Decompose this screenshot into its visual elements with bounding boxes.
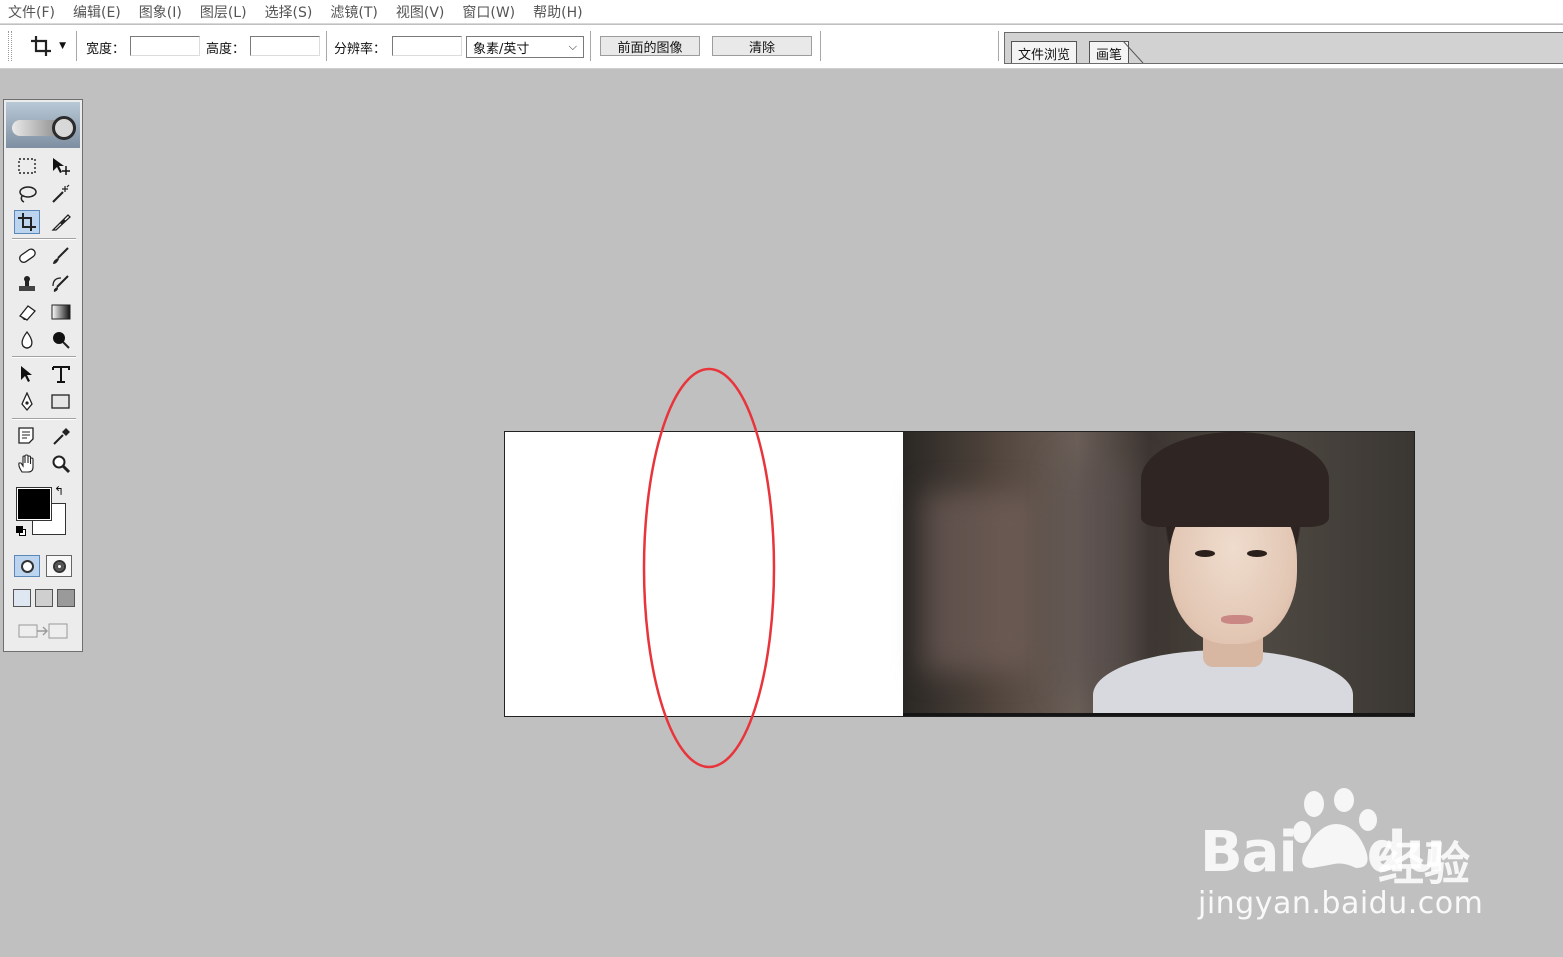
tab-file-browser[interactable]: 文件浏览 bbox=[1011, 41, 1078, 63]
divider bbox=[12, 356, 76, 358]
rectangle-shape-icon[interactable] bbox=[48, 390, 74, 414]
jump-to-imageready-icon bbox=[18, 623, 68, 639]
eyedropper-icon[interactable] bbox=[48, 424, 74, 448]
resolution-field[interactable] bbox=[392, 36, 462, 56]
menu-file[interactable]: 文件(F) bbox=[8, 2, 55, 22]
toolbox-header[interactable] bbox=[6, 102, 80, 148]
divider bbox=[326, 31, 328, 61]
standard-screen-mode-icon[interactable] bbox=[13, 589, 31, 607]
crop-icon bbox=[31, 36, 51, 56]
swap-colors-icon[interactable]: ↰ bbox=[54, 484, 64, 498]
divider bbox=[12, 238, 76, 240]
full-screen-mode-icon[interactable] bbox=[57, 589, 75, 607]
rectangular-marquee-icon[interactable] bbox=[14, 154, 40, 178]
quick-mask-mode-button[interactable] bbox=[46, 555, 72, 577]
dodge-icon[interactable] bbox=[48, 328, 74, 352]
jump-to-imageready-button[interactable] bbox=[16, 620, 72, 642]
zoom-icon[interactable] bbox=[48, 452, 74, 476]
menu-filter[interactable]: 滤镜(T) bbox=[330, 2, 377, 22]
toolbox: ↰ bbox=[3, 99, 83, 652]
clone-stamp-icon[interactable] bbox=[14, 272, 40, 296]
baidu-jingyan-watermark: Bai du 经验 jingyan.baidu.com bbox=[1196, 788, 1496, 928]
slice-icon[interactable] bbox=[48, 210, 74, 234]
gradient-icon[interactable] bbox=[48, 300, 74, 324]
portrait-photo bbox=[903, 432, 1414, 716]
divider bbox=[820, 31, 822, 61]
divider bbox=[76, 31, 78, 61]
menu-bar: 文件(F) 编辑(E) 图象(I) 图层(L) 选择(S) 滤镜(T) 视图(V… bbox=[0, 0, 1563, 24]
menu-help[interactable]: 帮助(H) bbox=[533, 2, 582, 22]
notes-icon[interactable] bbox=[14, 424, 40, 448]
menu-view[interactable]: 视图(V) bbox=[396, 2, 445, 22]
clear-button[interactable]: 清除 bbox=[712, 36, 812, 56]
divider bbox=[12, 418, 76, 420]
options-bar-grip[interactable] bbox=[8, 31, 12, 61]
height-label: 高度： bbox=[206, 42, 246, 57]
move-icon[interactable] bbox=[48, 154, 74, 178]
height-field[interactable] bbox=[250, 36, 320, 56]
lasso-icon[interactable] bbox=[14, 182, 40, 206]
divider bbox=[590, 31, 592, 61]
brush-icon[interactable] bbox=[48, 244, 74, 268]
divider bbox=[998, 31, 1000, 61]
chevron-down-icon: ▼ bbox=[59, 41, 66, 51]
quick-mask-icon bbox=[52, 559, 66, 573]
red-ellipse-annotation bbox=[642, 367, 776, 769]
resolution-unit-value: 象素/英寸 bbox=[473, 41, 530, 57]
photoshop-eye-icon bbox=[52, 116, 76, 140]
blur-icon[interactable] bbox=[14, 328, 40, 352]
width-label: 宽度： bbox=[86, 42, 126, 57]
menu-select[interactable]: 选择(S) bbox=[265, 2, 313, 22]
tab-edge-icon bbox=[1123, 41, 1144, 63]
palette-well: 文件浏览 画笔 bbox=[1004, 32, 1563, 64]
chevron-down-icon: ⌵ bbox=[568, 40, 577, 53]
resolution-label: 分辨率： bbox=[334, 42, 387, 57]
watermark-url: jingyan.baidu.com bbox=[1198, 886, 1484, 921]
standard-mode-button[interactable] bbox=[14, 555, 40, 577]
menu-edit[interactable]: 编辑(E) bbox=[73, 2, 121, 22]
crop-icon[interactable] bbox=[14, 210, 40, 234]
pen-icon[interactable] bbox=[14, 390, 40, 414]
resolution-unit-select[interactable]: 象素/英寸 ⌵ bbox=[466, 36, 584, 58]
menu-window[interactable]: 窗口(W) bbox=[462, 2, 515, 22]
hand-icon[interactable] bbox=[14, 452, 40, 476]
history-brush-icon[interactable] bbox=[48, 272, 74, 296]
magic-wand-icon[interactable] bbox=[48, 182, 74, 206]
front-image-button[interactable]: 前面的图像 bbox=[600, 36, 700, 56]
path-selection-icon[interactable] bbox=[14, 362, 40, 386]
watermark-jingyan: 经验 bbox=[1378, 837, 1470, 891]
standard-mode-icon bbox=[20, 559, 34, 573]
type-icon[interactable] bbox=[48, 362, 74, 386]
eraser-icon[interactable] bbox=[14, 300, 40, 324]
default-colors-icon[interactable] bbox=[16, 526, 26, 536]
foreground-color-swatch[interactable] bbox=[16, 487, 52, 521]
healing-brush-icon[interactable] bbox=[14, 244, 40, 268]
tool-preset-picker[interactable]: ▼ bbox=[26, 33, 70, 59]
menu-layer[interactable]: 图层(L) bbox=[200, 2, 247, 22]
full-screen-menu-mode-icon[interactable] bbox=[35, 589, 53, 607]
menu-image[interactable]: 图象(I) bbox=[139, 2, 182, 22]
width-field[interactable] bbox=[130, 36, 200, 56]
